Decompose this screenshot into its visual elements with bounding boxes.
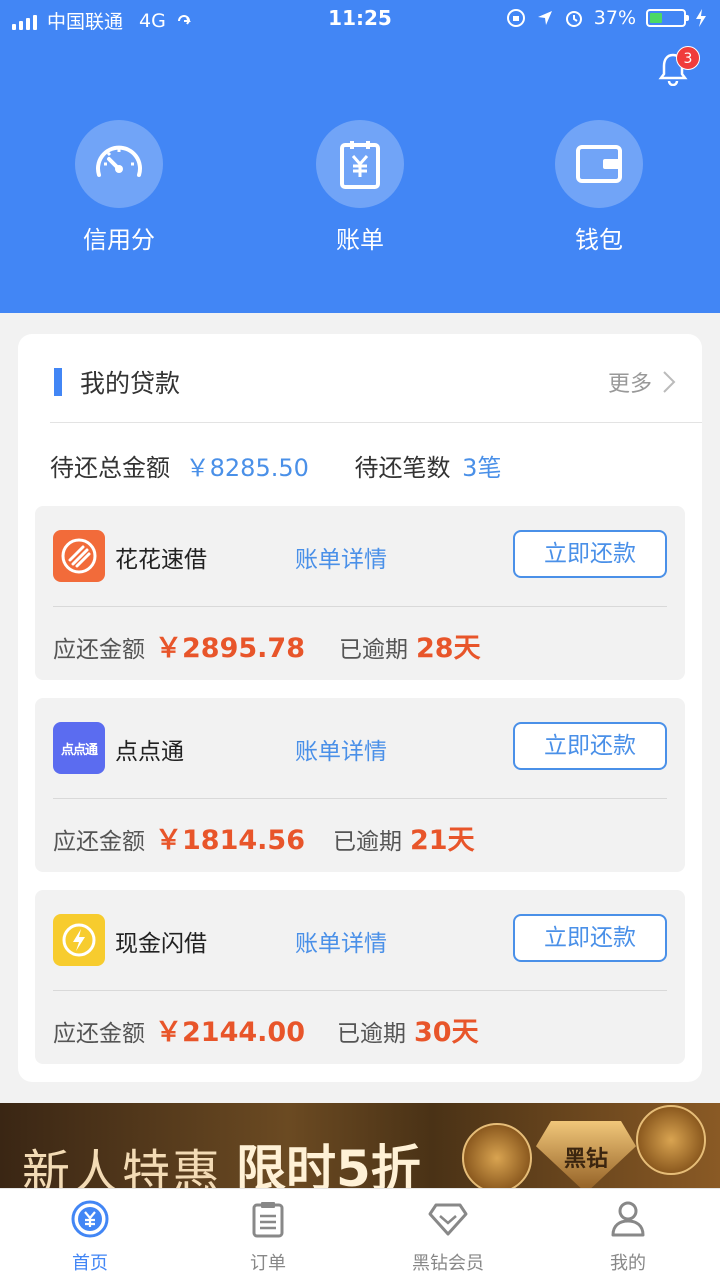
banner-text-new-user: 新人特惠	[22, 1145, 223, 1193]
quick-action-bill[interactable]: 账单	[280, 120, 440, 255]
notification-badge: 3	[676, 46, 700, 70]
quick-action-credit-score[interactable]: 信用分	[39, 120, 199, 255]
badge-text: 黑钻	[563, 1147, 608, 1172]
pay-now-button[interactable]: 立即还款	[513, 914, 667, 962]
user-icon	[611, 1201, 645, 1237]
banner-text-discount: 限时5折	[236, 1140, 421, 1193]
more-link[interactable]: 更多	[608, 366, 676, 398]
overdue: 已逾期 21天	[333, 818, 475, 857]
loan-name: 花花速借	[115, 547, 207, 573]
loan-name: 点点通	[115, 739, 184, 765]
quick-action-label: 钱包	[575, 226, 623, 254]
total-value: ￥8285.50	[185, 454, 309, 482]
divider	[53, 990, 667, 991]
overdue-label: 已逾期	[333, 829, 402, 855]
battery-icon	[646, 9, 689, 27]
bill-detail-link[interactable]: 账单详情	[295, 924, 387, 958]
bill-detail-link[interactable]: 账单详情	[295, 732, 387, 766]
count-label: 待还笔数	[354, 454, 451, 482]
overdue-days: 21天	[410, 825, 475, 856]
overdue-label: 已逾期	[337, 1021, 406, 1047]
overdue-label: 已逾期	[339, 637, 408, 663]
due-label: 应还金额	[53, 637, 145, 663]
status-bar: 中国联通 4G 11:25 37%	[0, 0, 720, 38]
overdue-days: 28天	[416, 633, 481, 664]
due-label: 应还金额	[53, 1021, 145, 1047]
total-label: 待还总金额	[50, 454, 170, 482]
divider	[53, 606, 667, 607]
title-accent-bar	[54, 368, 62, 396]
notification-bell-button[interactable]: 3	[658, 46, 700, 88]
amount-value: ￥2144.00	[155, 1017, 305, 1048]
due-amount: 应还金额 ￥1814.56	[53, 818, 305, 857]
amount-value: ￥2895.78	[155, 633, 305, 664]
divider	[53, 798, 667, 799]
tab-label: 首页	[72, 1253, 108, 1274]
promo-banner[interactable]: 新人特惠 限时5折 黑钻	[0, 1103, 720, 1193]
pay-now-button[interactable]: 立即还款	[513, 722, 667, 770]
battery-percent: 37%	[593, 7, 636, 29]
quick-action-label: 账单	[336, 226, 384, 254]
due-label: 应还金额	[53, 829, 145, 855]
xianjin-logo-icon	[53, 914, 105, 966]
speedometer-icon	[96, 145, 142, 177]
due-amount: 应还金额 ￥2895.78	[53, 626, 305, 665]
loans-summary: 待还总金额 ￥8285.50 待还笔数 3笔	[50, 448, 501, 483]
tab-mine[interactable]: 我的	[538, 1199, 718, 1275]
bill-icon	[340, 141, 380, 189]
loan-item: 点点通 点点通 账单详情 立即还款 应还金额 ￥1814.56 已逾期 21天	[35, 698, 685, 872]
tab-orders[interactable]: 订单	[178, 1199, 358, 1275]
pay-now-button[interactable]: 立即还款	[513, 530, 667, 578]
loan-item: 花花速借 账单详情 立即还款 应还金额 ￥2895.78 已逾期 28天	[35, 506, 685, 680]
quick-action-wallet[interactable]: 钱包	[519, 120, 679, 255]
coin-icon	[636, 1105, 706, 1175]
due-amount: 应还金额 ￥2144.00	[53, 1010, 305, 1049]
loan-item: 现金闪借 账单详情 立即还款 应还金额 ￥2144.00 已逾期 30天	[35, 890, 685, 1064]
tab-black-diamond[interactable]: 黑钻会员	[358, 1199, 538, 1275]
coin-icon	[462, 1123, 532, 1193]
black-diamond-badge: 黑钻	[536, 1121, 636, 1193]
amount-value: ￥1814.56	[155, 825, 305, 856]
clipboard-icon	[252, 1202, 284, 1238]
overdue: 已逾期 28天	[339, 626, 481, 665]
charging-icon	[696, 9, 706, 27]
tab-label: 订单	[250, 1253, 286, 1274]
diamond-icon	[428, 1203, 468, 1236]
tab-label: 黑钻会员	[412, 1253, 484, 1274]
logo-text: 点点通	[60, 742, 98, 758]
overdue-days: 30天	[414, 1017, 479, 1048]
card-title: 我的贷款	[80, 369, 181, 398]
tab-bar: 首页 订单 黑钻会员 我的	[0, 1188, 720, 1281]
divider	[50, 422, 702, 423]
bill-detail-link[interactable]: 账单详情	[295, 540, 387, 574]
loan-name: 现金闪借	[115, 931, 207, 957]
huahua-logo-icon	[53, 530, 105, 582]
wallet-icon	[576, 145, 622, 183]
diandiantong-logo-icon: 点点通	[53, 722, 105, 774]
overdue: 已逾期 30天	[337, 1010, 479, 1049]
tab-home[interactable]: 首页	[0, 1199, 180, 1275]
location-icon	[537, 11, 552, 25]
more-label: 更多	[607, 372, 652, 397]
my-loans-card: 我的贷款 更多 待还总金额 ￥8285.50 待还笔数 3笔 花花速借 账单详情…	[18, 334, 702, 1082]
tab-label: 我的	[610, 1253, 646, 1274]
alarm-icon	[565, 11, 582, 27]
count-value: 3笔	[462, 454, 502, 482]
rotation-lock-icon	[506, 9, 525, 27]
quick-action-label: 信用分	[83, 226, 155, 254]
yen-circle-icon	[71, 1200, 109, 1238]
chevron-right-icon	[663, 371, 676, 393]
